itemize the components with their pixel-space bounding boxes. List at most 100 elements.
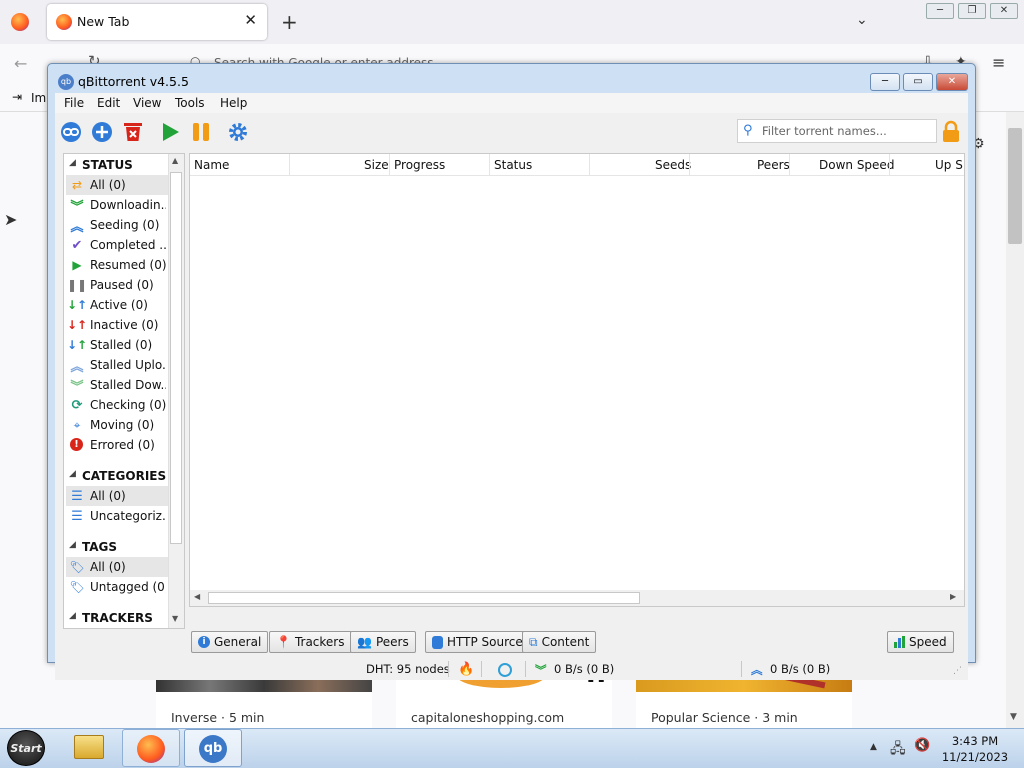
add-torrent-link-button[interactable]	[59, 120, 83, 144]
column-progress[interactable]: Progress	[394, 158, 445, 172]
download-speed-icon: ︾	[535, 663, 547, 677]
column-separator[interactable]	[489, 154, 490, 176]
hamburger-menu-icon[interactable]: ≡	[992, 53, 1005, 72]
status-item-inactive[interactable]: ↓↑ Inactive (0)	[66, 315, 168, 335]
firefox-scroll-down-arrow[interactable]: ▼	[1010, 712, 1017, 722]
alt-speed-fire-icon[interactable]: 🔥	[458, 662, 474, 677]
add-torrent-file-button[interactable]	[90, 120, 114, 144]
column-separator[interactable]	[389, 154, 390, 176]
start-button[interactable]: Start	[7, 730, 45, 766]
categories-section-header[interactable]: ◢ CATEGORIES	[64, 466, 168, 486]
menu-file[interactable]: File	[64, 96, 84, 110]
category-item-all[interactable]: ☰ All (0)	[66, 486, 168, 506]
status-item-checking[interactable]: ⟳ Checking (0)	[66, 395, 168, 415]
delete-torrent-button[interactable]	[121, 120, 145, 144]
firefox-close-button[interactable]: ✕	[990, 3, 1018, 19]
firefox-restore-button[interactable]: ❐	[958, 3, 986, 19]
scroll-right-arrow[interactable]: ▶	[950, 592, 956, 601]
column-separator[interactable]	[289, 154, 290, 176]
horizontal-scrollbar-thumb[interactable]	[208, 592, 640, 604]
column-peers[interactable]: Peers	[757, 158, 790, 172]
status-item-downloading[interactable]: ︾ Downloadin...	[66, 195, 168, 215]
taskbar-file-explorer[interactable]	[60, 729, 118, 767]
close-tab-icon[interactable]: ✕	[244, 11, 257, 29]
pause-button[interactable]	[189, 120, 213, 144]
column-up-speed[interactable]: Up S	[935, 158, 963, 172]
column-name[interactable]: Name	[194, 158, 229, 172]
menu-view[interactable]: View	[133, 96, 161, 110]
maximize-button[interactable]: ▭	[903, 73, 933, 91]
sidebar-scrollbar[interactable]: ▲ ▼	[168, 154, 184, 628]
menu-help[interactable]: Help	[220, 96, 247, 110]
tab-general[interactable]: i General	[191, 631, 269, 653]
column-separator[interactable]	[589, 154, 590, 176]
sidebar-scrollbar-thumb[interactable]	[170, 172, 182, 544]
tab-http-sources[interactable]: HTTP Sources	[425, 631, 536, 653]
status-item-active[interactable]: ↓ ↑ Active (0)	[66, 295, 168, 315]
filter-torrents-input[interactable]: ⚲ Filter torrent names...	[737, 119, 937, 143]
network-icon[interactable]: 🖧	[890, 738, 906, 762]
import-bookmarks-label[interactable]: Im	[31, 91, 46, 105]
browser-tab-new-tab[interactable]: New Tab ✕	[47, 4, 267, 40]
connection-status-icon[interactable]	[498, 663, 512, 677]
status-item-label: Moving (0)	[90, 418, 155, 432]
scroll-down-arrow[interactable]: ▼	[172, 614, 178, 623]
volume-muted-icon[interactable]: 🔇	[914, 738, 930, 753]
status-item-moving[interactable]: ⌖ Moving (0)	[66, 415, 168, 435]
status-item-paused[interactable]: ❚❚ Paused (0)	[66, 275, 168, 295]
status-item-errored[interactable]: ! Errored (0)	[66, 435, 168, 455]
column-separator[interactable]	[889, 154, 890, 176]
tab-content[interactable]: ⧉ Content	[522, 631, 597, 653]
category-item-uncategorized[interactable]: ☰ Uncategoriz...	[66, 506, 168, 526]
download-speed[interactable]: 0 B/s (0 B)	[554, 662, 614, 676]
lock-button[interactable]	[939, 120, 963, 144]
firefox-menu-icon[interactable]	[11, 13, 29, 31]
tags-section-header[interactable]: ◢ TAGS	[64, 537, 168, 557]
resize-grip-icon[interactable]: ⋰	[953, 666, 962, 676]
import-bookmarks-icon[interactable]: ⇥	[12, 90, 22, 104]
status-item-resumed[interactable]: ▶ Resumed (0)	[66, 255, 168, 275]
speed-button[interactable]: Speed	[887, 631, 954, 653]
upload-speed[interactable]: 0 B/s (0 B)	[770, 662, 830, 676]
status-item-stalled-uploading[interactable]: ︽ Stalled Uplo...	[66, 355, 168, 375]
status-item-all[interactable]: ⇄ All (0)	[66, 175, 168, 195]
close-button[interactable]: ✕	[936, 73, 968, 91]
trackers-section-header[interactable]: ◢ TRACKERS	[64, 608, 168, 628]
tab-trackers[interactable]: 📍 Trackers	[269, 631, 352, 653]
new-tab-button[interactable]: +	[281, 10, 298, 34]
scroll-up-arrow[interactable]: ▲	[172, 156, 178, 165]
status-item-stalled[interactable]: ↓ ↑ Stalled (0)	[66, 335, 168, 355]
column-size[interactable]: Size	[364, 158, 389, 172]
taskbar-qbittorrent[interactable]: qb	[184, 729, 242, 767]
status-item-seeding[interactable]: ︽ Seeding (0)	[66, 215, 168, 235]
column-status[interactable]: Status	[494, 158, 532, 172]
column-down-speed[interactable]: Down Speed	[819, 158, 894, 172]
firefox-scrollbar-thumb[interactable]	[1008, 128, 1022, 244]
resume-button[interactable]	[158, 120, 182, 144]
status-item-stalled-downloading[interactable]: ︾ Stalled Dow...	[66, 375, 168, 395]
status-item-completed[interactable]: ✔ Completed ...	[66, 235, 168, 255]
column-separator[interactable]	[789, 154, 790, 176]
tag-item-untagged[interactable]: 🏷 Untagged (0)	[66, 577, 168, 597]
column-seeds[interactable]: Seeds	[655, 158, 691, 172]
system-clock[interactable]: 3:43 PM 11/21/2023	[935, 733, 1015, 765]
tag-item-all[interactable]: 🏷 All (0)	[66, 557, 168, 577]
lock-icon	[943, 120, 959, 142]
menu-tools[interactable]: Tools	[175, 96, 205, 110]
refresh-icon: ⟳	[71, 397, 83, 413]
back-arrow-icon[interactable]: ←	[14, 54, 27, 73]
status-section-header[interactable]: ◢ STATUS	[64, 155, 168, 175]
torrent-list[interactable]: Name Size Progress Status Seeds Peers Do…	[189, 153, 965, 607]
taskbar-firefox[interactable]	[122, 729, 180, 767]
menu-edit[interactable]: Edit	[97, 96, 120, 110]
show-hidden-icons-arrow[interactable]: ▲	[870, 742, 877, 752]
scroll-left-arrow[interactable]: ◀	[194, 592, 200, 601]
options-button[interactable]	[226, 120, 250, 144]
list-tabs-chevron-icon[interactable]: ⌄	[856, 12, 868, 28]
column-separator[interactable]	[689, 154, 690, 176]
torrent-list-horizontal-scrollbar[interactable]: ◀ ▶	[190, 590, 964, 606]
tab-peers[interactable]: 👥 Peers	[350, 631, 416, 653]
minimize-button[interactable]: ─	[870, 73, 900, 91]
firefox-minimize-button[interactable]: ─	[926, 3, 954, 19]
qbittorrent-app-icon[interactable]: qb	[58, 74, 74, 90]
